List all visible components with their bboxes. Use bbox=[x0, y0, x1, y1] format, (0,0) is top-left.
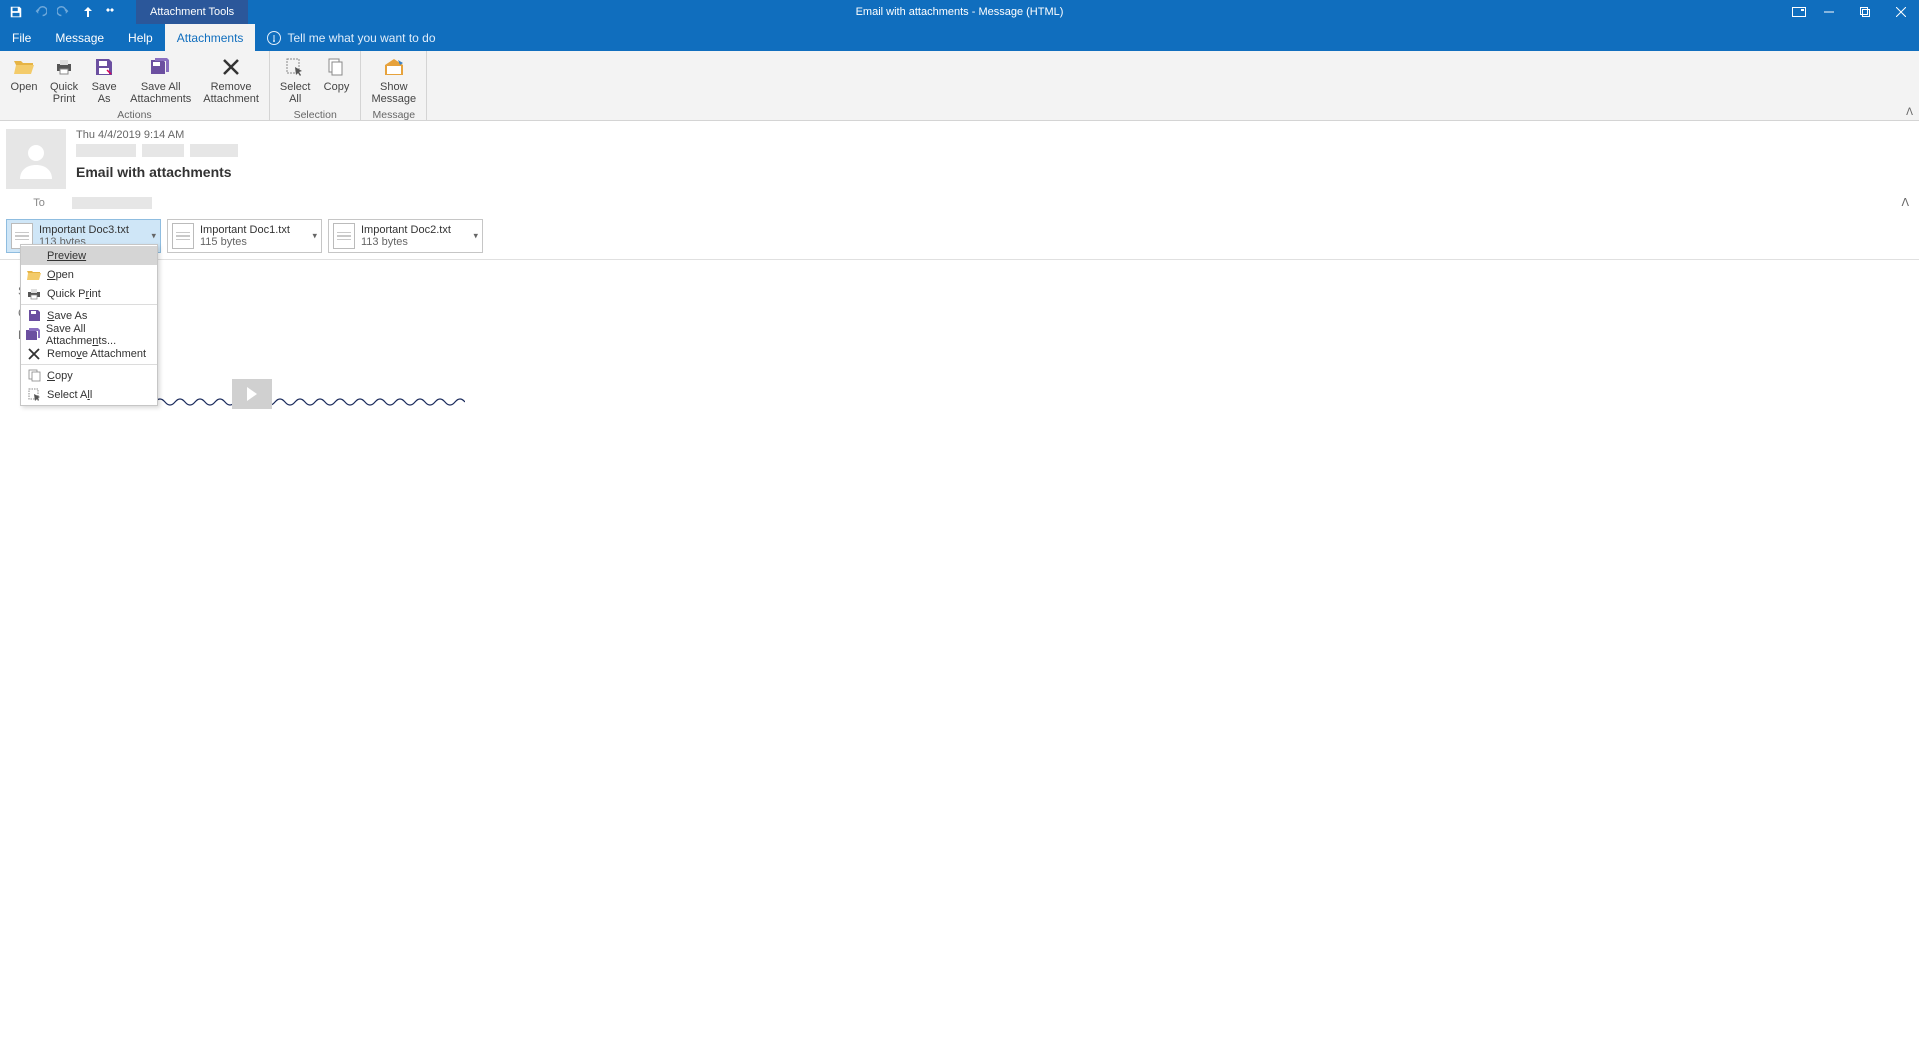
close-button[interactable] bbox=[1883, 0, 1919, 24]
label: Quick Print bbox=[50, 81, 78, 105]
show-message-button[interactable]: Show Message bbox=[365, 53, 422, 107]
more-icon[interactable] bbox=[102, 2, 122, 22]
wavy-separator bbox=[155, 390, 465, 414]
to-recipient bbox=[72, 197, 152, 209]
ctx-select-all[interactable]: Select All bbox=[21, 385, 157, 404]
sender-name bbox=[76, 144, 1909, 158]
select-all-icon bbox=[283, 55, 307, 79]
ctx-preview[interactable]: Preview bbox=[21, 246, 157, 265]
message-header: Thu 4/4/2019 9:14 AM Email with attachme… bbox=[0, 121, 1919, 213]
tab-help[interactable]: Help bbox=[116, 24, 165, 51]
ctx-copy[interactable]: Copy bbox=[21, 366, 157, 385]
tell-me-search[interactable]: Tell me what you want to do bbox=[255, 24, 447, 51]
tell-me-label: Tell me what you want to do bbox=[287, 31, 435, 45]
contextual-tab-label: Attachment Tools bbox=[136, 0, 248, 24]
attachment-context-menu: Preview Open Quick Print Save As Save Al… bbox=[20, 244, 158, 406]
redo-icon[interactable] bbox=[54, 2, 74, 22]
sender-avatar bbox=[6, 129, 66, 189]
attachment-size: 113 bytes bbox=[361, 236, 451, 248]
ribbon: Open Quick Print Save As Save All Attach… bbox=[0, 51, 1919, 121]
ctx-open[interactable]: Open bbox=[21, 265, 157, 284]
ctx-quick-print[interactable]: Quick Print bbox=[21, 284, 157, 303]
chevron-down-icon[interactable]: ▾ bbox=[310, 229, 319, 244]
menu-tabs: File Message Help Attachments Tell me wh… bbox=[0, 24, 1919, 51]
attachment-name: Important Doc2.txt bbox=[361, 224, 451, 236]
attachment-name: Important Doc3.txt bbox=[39, 224, 129, 236]
ribbon-collapse-button[interactable]: ᐱ bbox=[1906, 107, 1913, 118]
text-file-icon bbox=[333, 223, 355, 249]
printer-icon bbox=[52, 55, 76, 79]
lbl: pen bbox=[56, 269, 74, 281]
minimize-button[interactable] bbox=[1811, 0, 1847, 24]
fade-overlay bbox=[0, 769, 1919, 1049]
save-all-icon bbox=[149, 55, 173, 79]
collapse-header-button[interactable]: ᐱ bbox=[1901, 196, 1909, 209]
quick-access-toolbar bbox=[0, 2, 128, 22]
label: Save All Attachments bbox=[130, 81, 191, 105]
attachment-size: 115 bytes bbox=[200, 236, 290, 248]
body-text-fragment: Cl bbox=[18, 306, 1901, 320]
display-settings-icon[interactable] bbox=[1787, 0, 1811, 24]
label: Show Message bbox=[371, 81, 416, 105]
maximize-button[interactable] bbox=[1847, 0, 1883, 24]
message-date: Thu 4/4/2019 9:14 AM bbox=[76, 129, 1909, 141]
ribbon-group-message: Show Message Message bbox=[361, 51, 427, 120]
separator bbox=[21, 364, 157, 365]
save-as-icon bbox=[92, 55, 116, 79]
copy-button[interactable]: Copy bbox=[316, 53, 356, 107]
ctx-remove[interactable]: Remove Attachment bbox=[21, 344, 157, 363]
copy-icon bbox=[25, 368, 43, 384]
open-button[interactable]: Open bbox=[4, 53, 44, 107]
select-all-button[interactable]: Select All bbox=[274, 53, 317, 107]
save-icon[interactable] bbox=[6, 2, 26, 22]
envelope-open-icon bbox=[382, 55, 406, 79]
chevron-down-icon[interactable]: ▾ bbox=[471, 229, 480, 244]
ctx-save-all[interactable]: Save All Attachments... bbox=[21, 325, 157, 344]
message-body: Se Cl Li bbox=[0, 260, 1919, 356]
remove-x-icon bbox=[219, 55, 243, 79]
title-bar: Attachment Tools Email with attachments … bbox=[0, 0, 1919, 24]
folder-open-icon bbox=[12, 55, 36, 79]
ribbon-group-actions: Open Quick Print Save As Save All Attach… bbox=[0, 51, 270, 120]
save-as-icon bbox=[25, 308, 43, 324]
play-button[interactable] bbox=[232, 379, 272, 409]
window-controls bbox=[1787, 0, 1919, 24]
attachment-card[interactable]: Important Doc2.txt 113 bytes ▾ bbox=[328, 219, 483, 253]
to-row: To bbox=[6, 197, 1909, 209]
ribbon-group-selection: Select All Copy Selection bbox=[270, 51, 362, 120]
attachment-bar: Important Doc3.txt 113 bytes ▾ Important… bbox=[0, 213, 1919, 260]
remove-attachment-button[interactable]: Remove Attachment bbox=[197, 53, 265, 107]
to-label: To bbox=[6, 197, 72, 209]
save-as-button[interactable]: Save As bbox=[84, 53, 124, 107]
message-subject: Email with attachments bbox=[76, 164, 1909, 180]
save-all-icon bbox=[25, 327, 42, 343]
printer-icon bbox=[25, 286, 43, 302]
label: Copy bbox=[324, 81, 350, 93]
upload-arrow-icon[interactable] bbox=[78, 2, 98, 22]
body-text-fragment: Li bbox=[18, 328, 1901, 342]
attachment-name: Important Doc1.txt bbox=[200, 224, 290, 236]
body-text-fragment: Se bbox=[18, 284, 1901, 298]
save-all-button[interactable]: Save All Attachments bbox=[124, 53, 197, 107]
undo-icon[interactable] bbox=[30, 2, 50, 22]
chevron-down-icon[interactable]: ▾ bbox=[149, 229, 158, 244]
select-all-icon bbox=[25, 387, 43, 403]
label: Open bbox=[11, 81, 38, 93]
folder-open-icon bbox=[25, 267, 43, 283]
label: Save As bbox=[92, 81, 117, 105]
tab-message[interactable]: Message bbox=[43, 24, 116, 51]
label: Remove Attachment bbox=[203, 81, 259, 105]
lightbulb-icon bbox=[267, 31, 281, 45]
remove-x-icon bbox=[25, 346, 43, 362]
quick-print-button[interactable]: Quick Print bbox=[44, 53, 84, 107]
text-file-icon bbox=[172, 223, 194, 249]
tab-file[interactable]: File bbox=[0, 24, 43, 51]
label: Select All bbox=[280, 81, 311, 105]
copy-icon bbox=[324, 55, 348, 79]
window-title: Email with attachments - Message (HTML) bbox=[856, 6, 1064, 18]
tab-attachments[interactable]: Attachments bbox=[165, 24, 256, 51]
separator bbox=[21, 304, 157, 305]
attachment-card[interactable]: Important Doc1.txt 115 bytes ▾ bbox=[167, 219, 322, 253]
